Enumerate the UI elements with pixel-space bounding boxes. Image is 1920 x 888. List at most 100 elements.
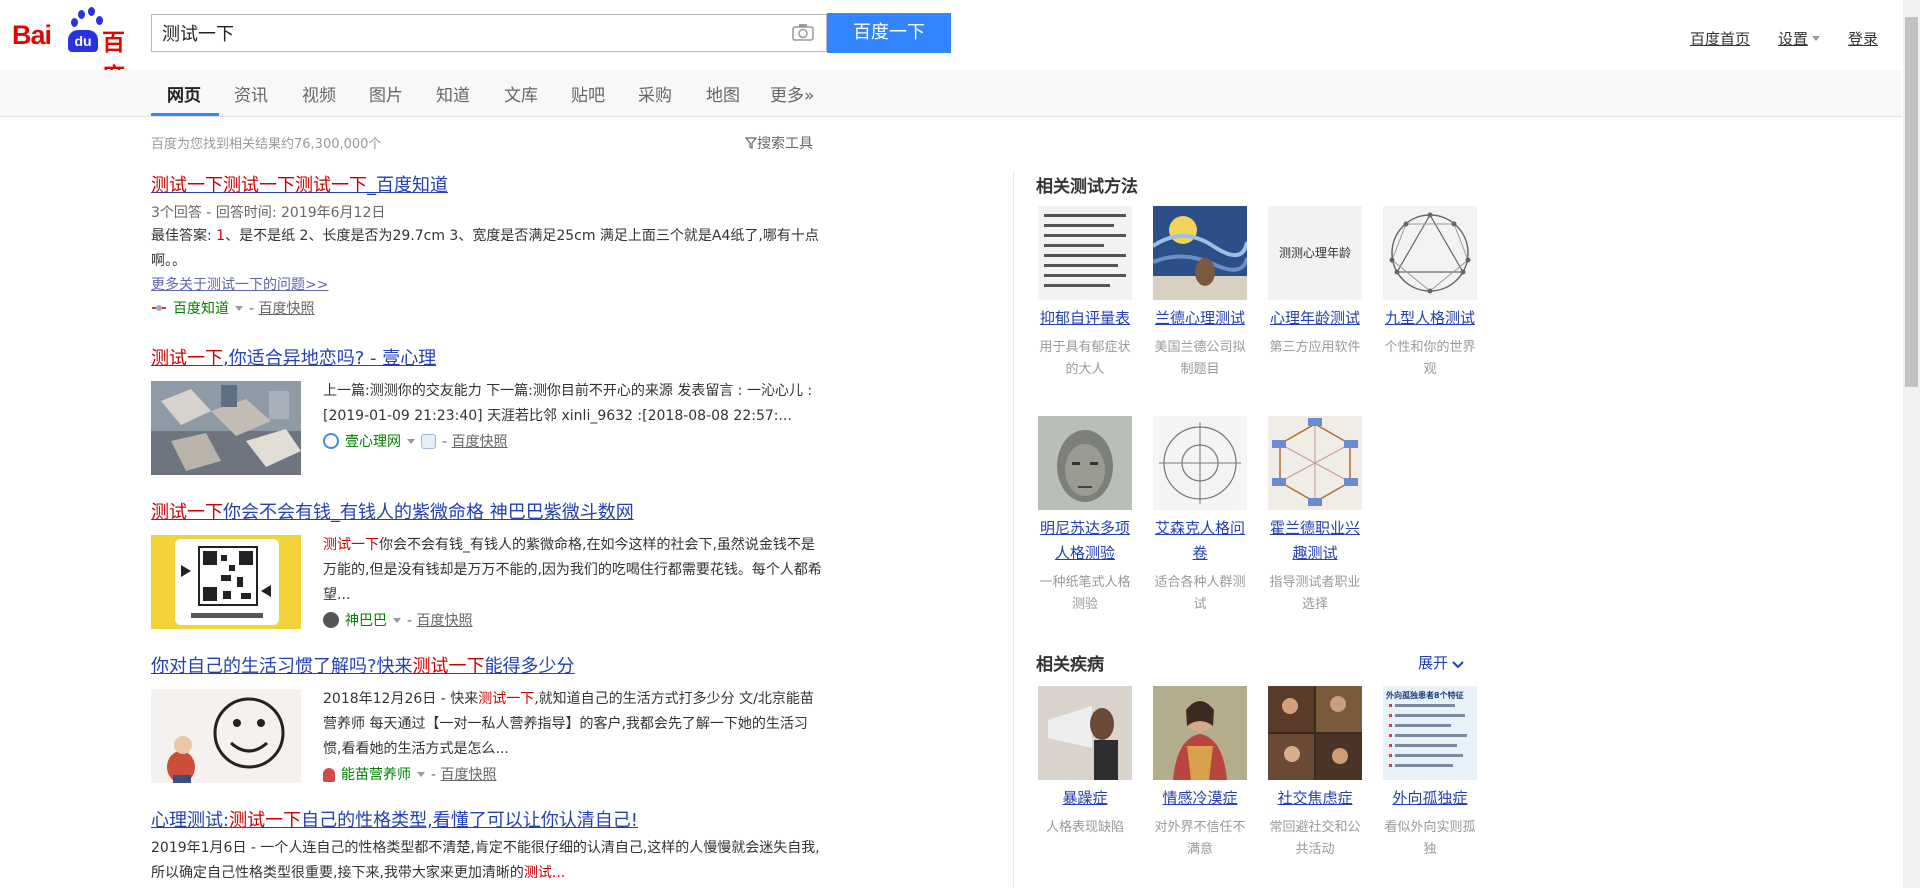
card-image	[1268, 686, 1362, 780]
dropdown-icon[interactable]	[393, 618, 401, 623]
related-card[interactable]: 明尼苏达多项人格测验 一种纸笔式人格测验	[1035, 416, 1135, 616]
result-thumbnail[interactable]	[151, 689, 301, 783]
source-name[interactable]: 能苗营养师	[341, 767, 411, 783]
tab-video[interactable]: 视频	[302, 81, 336, 106]
card-name[interactable]: 霍兰德职业兴趣测试	[1265, 516, 1365, 566]
expand-button[interactable]: 展开	[1418, 652, 1464, 673]
tab-more[interactable]: 更多»	[770, 81, 814, 106]
xinli-logo-icon	[323, 433, 339, 449]
tab-bar: 网页 资讯 视频 图片 知道 文库 贴吧 采购 地图 更多»	[0, 70, 1902, 117]
camera-icon[interactable]	[792, 23, 814, 41]
card-image	[1038, 686, 1132, 780]
search-tools-label: 搜索工具	[757, 136, 813, 152]
related-card[interactable]: 艾森克人格问卷 适合各种人群测试	[1150, 416, 1250, 616]
social-scene-image	[1268, 686, 1362, 780]
result-title[interactable]: 心理测试:测试一下自己的性格类型,看懂了可以让你认清自己!	[151, 809, 827, 833]
tab-wenku[interactable]: 文库	[504, 81, 538, 106]
paw-toe-icon	[78, 10, 85, 19]
login-link[interactable]: 登录	[1848, 30, 1878, 48]
result-thumbnail[interactable]	[151, 381, 301, 475]
card-name[interactable]: 九型人格测试	[1380, 306, 1480, 331]
source-name[interactable]: 神巴巴	[345, 613, 387, 629]
card-image	[1153, 206, 1247, 300]
title-text: 心理测试:	[151, 810, 230, 831]
card-desc: 一种纸笔式人格测验	[1039, 575, 1131, 612]
settings-link[interactable]: 设置	[1778, 30, 1820, 48]
search-result: 测试一下你会不会有钱_有钱人的紫微命格 神巴巴紫微斗数网 测试一下你会不会有钱_…	[151, 501, 827, 633]
city-aerial-image	[151, 381, 301, 475]
face-portrait-image	[1038, 416, 1132, 510]
card-name[interactable]: 情感冷漠症	[1150, 786, 1250, 811]
result-abstract: 测试一下你会不会有钱_有钱人的紫微命格,在如今这样的社会下,虽然说金钱不是万能的…	[323, 533, 823, 608]
card-desc: 美国兰德公司拟制题目	[1154, 340, 1246, 377]
home-link[interactable]: 百度首页	[1690, 30, 1750, 48]
card-name[interactable]: 心理年龄测试	[1265, 306, 1365, 331]
card-name[interactable]: 外向孤独症	[1380, 786, 1480, 811]
result-title[interactable]: 测试一下测试一下测试一下_百度知道	[151, 174, 827, 198]
search-result: 测试一下,你适合异地恋吗? - 壹心理 上一篇:测测你的交友能力 下一篇:测你目…	[151, 347, 827, 479]
card-desc: 用于具有郁症状的大人	[1039, 340, 1131, 377]
dropdown-icon[interactable]	[417, 772, 425, 777]
card-desc: 看似外向实则孤独	[1384, 820, 1476, 857]
search-button[interactable]: 百度一下	[827, 13, 951, 53]
related-card[interactable]: 抑郁自评量表 用于具有郁症状的大人	[1035, 206, 1135, 381]
vertical-scrollbar[interactable]	[1903, 0, 1920, 888]
related-card[interactable]: 兰德心理测试 美国兰德公司拟制题目	[1150, 206, 1250, 381]
related-card[interactable]: 情感冷漠症 对外界不信任不满意	[1150, 686, 1250, 861]
card-name[interactable]: 暴躁症	[1035, 786, 1135, 811]
top-links: 百度首页 设置 登录	[1662, 28, 1878, 49]
result-abstract: 2018年12月26日 - 快来测试一下,就知道自己的生活方式打多少分 文/北京…	[323, 687, 823, 762]
result-abstract: 上一篇:测测你的交友能力 下一篇:测你目前不开心的来源 发表留言 : 一沁心儿 …	[323, 383, 813, 424]
related-card[interactable]: 测测心理年龄 心理年龄测试 第三方应用软件	[1265, 206, 1365, 359]
source-name[interactable]: 壹心理网	[345, 434, 401, 450]
separator: -	[249, 301, 259, 317]
more-questions-link[interactable]: 更多关于测试一下的问题>>	[151, 274, 827, 294]
result-meta: 3个回答 - 回答时间: 2019年6月12日	[151, 205, 386, 221]
scrollbar-thumb[interactable]	[1905, 17, 1918, 387]
title-highlight: 测试一下	[229, 810, 302, 831]
card-name[interactable]: 兰德心理测试	[1150, 306, 1250, 331]
related-card[interactable]: 社交焦虑症 常回避社交和公共活动	[1265, 686, 1365, 861]
nutritionist-avatar-icon	[323, 768, 335, 782]
source-name[interactable]: 百度知道	[173, 301, 229, 317]
result-thumbnail[interactable]	[151, 535, 301, 629]
title-text: 能得多少分	[484, 656, 575, 677]
dropdown-icon[interactable]	[407, 439, 415, 444]
verified-badge-icon[interactable]	[421, 434, 436, 449]
card-name[interactable]: 抑郁自评量表	[1035, 306, 1135, 331]
shenbaba-avatar-icon	[323, 612, 339, 628]
cache-link[interactable]: 百度快照	[441, 767, 497, 783]
card-image	[1268, 416, 1362, 510]
cache-link[interactable]: 百度快照	[452, 434, 508, 450]
card-image	[1038, 416, 1132, 510]
result-title[interactable]: 测试一下你会不会有钱_有钱人的紫微命格 神巴巴紫微斗数网	[151, 501, 827, 525]
abstract-highlight: 1	[216, 228, 226, 244]
card-name[interactable]: 明尼苏达多项人格测验	[1035, 516, 1135, 566]
card-name[interactable]: 社交焦虑症	[1265, 786, 1365, 811]
tab-images[interactable]: 图片	[369, 81, 403, 106]
card-name[interactable]: 艾森克人格问卷	[1150, 516, 1250, 566]
related-card[interactable]: 霍兰德职业兴趣测试 指导测试者职业选择	[1265, 416, 1365, 616]
tab-tieba[interactable]: 贴吧	[571, 81, 605, 106]
cache-link[interactable]: 百度快照	[417, 613, 473, 629]
tab-purchase[interactable]: 采购	[638, 81, 672, 106]
personality-diagram-image	[1153, 416, 1247, 510]
abstract-text: 、是不是纸 2、长度是否为29.7cm 3、宽度是否满足25cm 满足上面三个就…	[151, 228, 819, 269]
related-card[interactable]: 暴躁症 人格表现缺陷	[1035, 686, 1135, 839]
related-card[interactable]: 九型人格测试 个性和你的世界观	[1380, 206, 1480, 381]
tab-map[interactable]: 地图	[706, 81, 740, 106]
search-input[interactable]	[152, 15, 732, 51]
search-tools-button[interactable]: 搜索工具	[744, 133, 813, 153]
cache-link[interactable]: 百度快照	[259, 301, 315, 317]
abstract-text: 2018年12月26日 - 快来	[323, 691, 479, 707]
tab-news[interactable]: 资讯	[234, 81, 268, 106]
dropdown-icon[interactable]	[235, 306, 243, 311]
result-title[interactable]: 你对自己的生活习惯了解吗?快来测试一下能得多少分	[151, 655, 827, 679]
tab-web[interactable]: 网页	[167, 81, 201, 106]
megaphone-image	[1038, 686, 1132, 780]
result-title[interactable]: 测试一下,你适合异地恋吗? - 壹心理	[151, 347, 827, 371]
tab-zhidao[interactable]: 知道	[436, 81, 470, 106]
baidu-logo[interactable]: Bai du 百度	[12, 6, 142, 90]
result-abstract: 2019年1月6日 - 一个人连自己的性格类型都不清楚,肯定不能很仔细的认清自己…	[151, 836, 827, 886]
related-card[interactable]: 外向孤独患者8个特征 外向孤独症 看似外向实则孤独	[1380, 686, 1480, 861]
